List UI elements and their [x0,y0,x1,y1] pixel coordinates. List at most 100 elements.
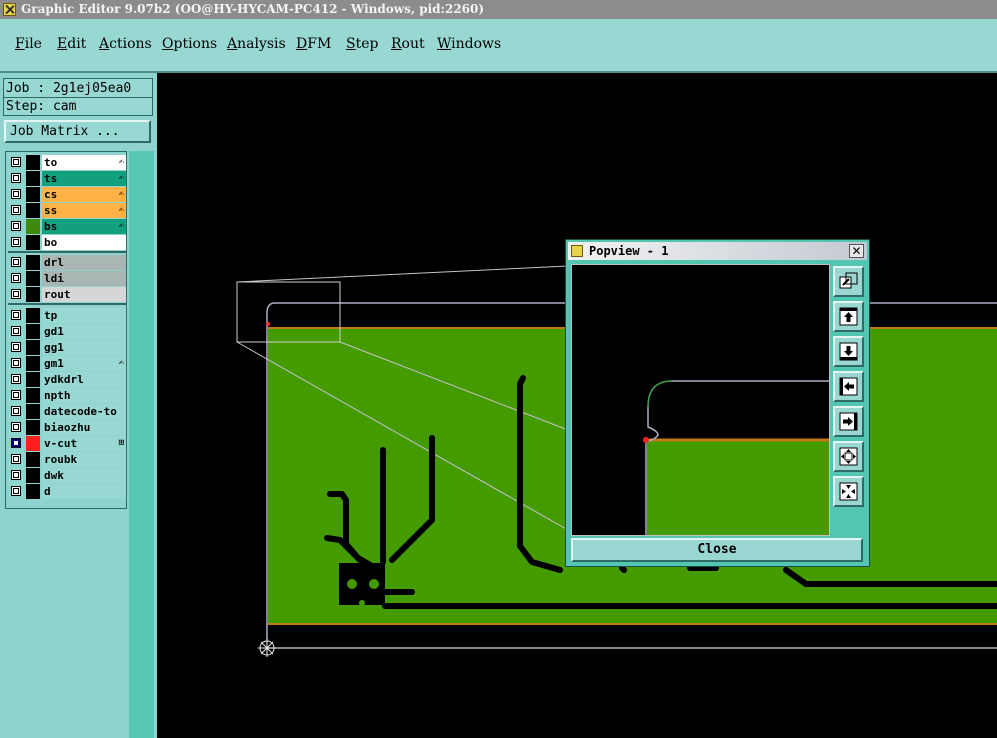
layer-row-biaozhu[interactable]: biaozhu [8,420,126,435]
menu-rout[interactable]: Rout [391,36,425,52]
layer-checkbox[interactable] [11,205,21,215]
affected-icon: ✍ [118,205,124,215]
popview-canvas[interactable] [571,264,830,536]
layer-color-swatch [26,340,40,355]
layer-row-datecode-to[interactable]: datecode-to [8,404,126,419]
layer-color-swatch [26,468,40,483]
layer-color-swatch [26,203,40,218]
menu-edit[interactable]: Edit [57,36,86,52]
work-layer-icon: ⊞ [118,438,124,448]
layer-checkbox[interactable] [11,454,21,464]
pan-left-button[interactable] [833,371,864,402]
layer-name: to ✍ [42,155,126,170]
popview-window[interactable]: Popview - 1 ✕ Close [565,239,870,567]
layer-checkbox[interactable] [11,486,21,496]
layer-name: gm1 ✍ [42,356,126,371]
panel-rail [129,151,154,738]
menu-step[interactable]: Step [346,36,378,52]
layer-row-ldi[interactable]: ldi [8,271,126,286]
layer-checkbox[interactable] [11,422,21,432]
arrow-down-icon [839,342,858,361]
menu-windows[interactable]: Windows [437,36,501,52]
layer-checkbox[interactable] [11,273,21,283]
layer-row-gd1[interactable]: gd1 [8,324,126,339]
layer-color-swatch [26,436,40,451]
layer-checkbox[interactable] [11,237,21,247]
title-bar: Graphic Editor 9.07b2 (OO@HY-HYCAM-PC412… [0,0,997,19]
layer-checkbox[interactable] [11,157,21,167]
layer-row-roubk[interactable]: roubk [8,452,126,467]
layer-color-swatch [26,255,40,270]
layer-name: ss ✍ [42,203,126,218]
layer-color-swatch [26,404,40,419]
layer-row-d[interactable]: d [8,484,126,499]
layer-row-to[interactable]: to ✍ [8,155,126,170]
layer-name: ldi [42,271,126,286]
job-matrix-button[interactable]: Job Matrix ... [4,120,151,143]
pan-down-button[interactable] [833,336,864,367]
affected-icon: ✍ [118,221,124,231]
layer-checkbox[interactable] [11,310,21,320]
layer-checkbox[interactable] [11,257,21,267]
layer-checkbox[interactable] [11,173,21,183]
pan-up-button[interactable] [833,301,864,332]
layer-row-rout[interactable]: rout [8,287,126,302]
close-icon[interactable]: ✕ [849,244,864,258]
layer-checkbox[interactable] [11,470,21,480]
layer-row-drl[interactable]: drl [8,255,126,270]
layer-name: dwk [42,468,126,483]
zoom-out-button[interactable] [833,441,864,472]
layer-checkbox[interactable] [11,438,21,448]
layer-row-dwk[interactable]: dwk [8,468,126,483]
layer-row-tp[interactable]: tp [8,308,126,323]
zoom-out-arrows-icon [839,447,858,466]
arrow-right-icon [839,412,858,431]
affected-icon: ✍ [118,157,124,167]
menu-dfm[interactable]: DFM [296,36,331,52]
popview-zoom-drawing [572,265,829,535]
zoom-window-icon [839,272,858,289]
layer-color-swatch [26,271,40,286]
close-button[interactable]: Close [571,538,863,562]
layer-color-swatch [26,324,40,339]
layer-color-swatch [26,388,40,403]
layer-name: biaozhu [42,420,126,435]
layer-name: rout [42,287,126,302]
menu-bar: File Edit Actions Options Analysis DFM S… [0,19,997,73]
layer-checkbox[interactable] [11,374,21,384]
layer-checkbox[interactable] [11,406,21,416]
layer-color-swatch [26,452,40,467]
layer-row-bs[interactable]: bs ✍ [8,219,126,234]
layer-row-v-cut[interactable]: v-cut ⊞ [8,436,126,451]
layer-row-npth[interactable]: npth [8,388,126,403]
layer-color-swatch [26,484,40,499]
layer-row-cs[interactable]: cs ✍ [8,187,126,202]
menu-options[interactable]: Options [162,36,217,52]
layer-checkbox[interactable] [11,390,21,400]
layer-name: drl [42,255,126,270]
layer-checkbox[interactable] [11,326,21,336]
layer-row-ydkdrl[interactable]: ydkdrl [8,372,126,387]
layer-checkbox[interactable] [11,342,21,352]
layer-row-gg1[interactable]: gg1 [8,340,126,355]
layer-name: npth [42,388,126,403]
layer-row-ss[interactable]: ss ✍ [8,203,126,218]
menu-file[interactable]: File [15,36,42,52]
pad-hole [347,579,357,589]
zoom-fit-button[interactable] [833,266,864,297]
menu-actions[interactable]: Actions [99,36,152,52]
layer-row-ts[interactable]: ts ✍ [8,171,126,186]
layer-row-gm1[interactable]: gm1 ✍ [8,356,126,371]
zoom-in-button[interactable] [833,476,864,507]
layer-row-bo[interactable]: bo [8,235,126,250]
layer-checkbox[interactable] [11,289,21,299]
layer-checkbox[interactable] [11,221,21,231]
left-panel: Job : 2g1ej05ea0 Step: cam Job Matrix ..… [0,73,157,738]
layer-checkbox[interactable] [11,358,21,368]
layer-name: v-cut ⊞ [42,436,126,451]
menu-analysis[interactable]: Analysis [227,36,286,52]
pan-right-button[interactable] [833,406,864,437]
layer-checkbox[interactable] [11,189,21,199]
popview-titlebar[interactable]: Popview - 1 ✕ [568,242,867,260]
layer-color-swatch [26,372,40,387]
